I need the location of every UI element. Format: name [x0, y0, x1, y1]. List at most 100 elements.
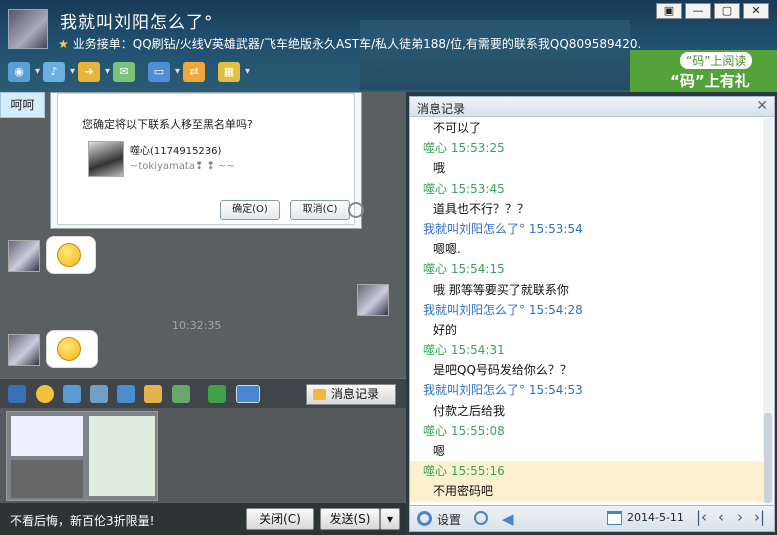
ad-line-2: “码”上有礼 — [670, 72, 750, 90]
dialog-contact-signature: ~tokiyamata❢ ❢ ~~ — [130, 161, 235, 172]
message-history-panel: 消息记录 ✕ 不可以了噬心 15:53:25 哦噬心 15:53:45 道具也不行？… — [409, 96, 775, 506]
history-header: 消息记录 ✕ — [410, 97, 774, 117]
screenshot-icon[interactable] — [236, 385, 260, 403]
voice-call-icon[interactable]: ♪ — [43, 62, 75, 82]
history-message-text: 嗯 — [433, 444, 446, 458]
next-page-icon[interactable]: › — [737, 508, 743, 526]
star-icon: ★ — [58, 37, 69, 51]
calendar-icon[interactable] — [607, 511, 622, 525]
history-message-header: 噬心 15:55:08 — [423, 423, 505, 438]
blacklist-confirm-dialog: 您确定将以下联系人移至黑名单吗? 噬心(1174915236) ~tokiyam… — [50, 92, 364, 229]
history-message-header: 我就叫刘阳怎么了° 15:54:28 — [423, 302, 583, 317]
message-history-button[interactable]: 消息记录 — [306, 384, 396, 405]
promo-link[interactable]: 不看后悔，新百伦3折限量! — [10, 512, 154, 529]
sender-avatar[interactable] — [8, 240, 40, 272]
history-message-header: 噬心 15:53:45 — [423, 181, 505, 196]
remote-desktop-icon[interactable]: ▭ — [148, 62, 180, 82]
history-message-text: 不可以了 — [433, 121, 482, 135]
history-message-header: 我就叫刘阳怎么了° 15:54:53 — [423, 383, 583, 398]
history-message-text: 哦 — [433, 161, 446, 176]
last-page-icon[interactable]: ›| — [754, 508, 765, 526]
chat-message-area[interactable]: 您确定将以下联系人移至黑名单吗? 噬心(1174915236) ~tokiyam… — [0, 92, 406, 378]
contact-avatar[interactable] — [8, 9, 48, 49]
smile-emoji-icon — [57, 243, 81, 267]
music-icon[interactable] — [90, 385, 108, 403]
message-bubble — [46, 236, 96, 274]
first-page-icon[interactable]: |‹ — [696, 508, 707, 526]
shake-icon[interactable] — [63, 385, 81, 403]
image-icon[interactable] — [172, 385, 190, 403]
header-background-art — [360, 20, 630, 90]
dialog-content: 您确定将以下联系人移至黑名单吗? 噬心(1174915236) ~tokiyam… — [57, 93, 364, 225]
apps-icon[interactable]: ▦ — [218, 62, 250, 82]
ad-banner[interactable]: “码”上阅读 “码”上有礼 — [630, 50, 777, 92]
screenshot-thumbnail[interactable] — [6, 411, 158, 501]
prev-page-icon[interactable]: ‹ — [718, 508, 724, 526]
history-footer: 设置 ◀ 2014-5-11 |‹ ‹ › ›| — [409, 506, 775, 532]
skin-button[interactable]: ▣ — [656, 3, 682, 19]
contact-status-text: ★ 业务接单：QQ刷钻/火线V英雄武器/飞车绝版永久AST车/私人徒弟188/位,… — [58, 35, 641, 52]
contact-toolbar: ◉ ♪ ➜ ✉ ▭ ⇄ ▦ — [8, 62, 250, 82]
status-text: 业务接单：QQ刷钻/火线V英雄武器/飞车绝版永久AST车/私人徒弟188/位,有… — [72, 37, 642, 51]
history-message-header: 噬心 15:53:25 — [423, 141, 505, 156]
history-message-header: 噬心 15:55:16 — [410, 461, 764, 482]
gift-icon[interactable] — [208, 385, 226, 403]
input-toolbar: 消息记录 — [0, 378, 406, 408]
dialog-question: 您确定将以下联系人移至黑名单吗? — [82, 118, 253, 131]
draw-icon[interactable] — [144, 385, 162, 403]
emoji-icon[interactable] — [36, 385, 54, 403]
ad-line-1: “码”上阅读 — [680, 52, 753, 69]
share-screen-icon[interactable]: ⇄ — [183, 62, 205, 82]
message-bubble — [46, 330, 98, 368]
my-message-bubble: 呵呵 — [0, 92, 45, 118]
sms-icon[interactable]: ✉ — [113, 62, 135, 82]
thumbnail-part — [89, 416, 155, 496]
history-message-text: 不用密码吧 — [410, 481, 764, 502]
close-window-button[interactable]: ✕ — [743, 3, 769, 19]
close-button[interactable]: 关闭(C) — [246, 508, 314, 530]
gear-icon[interactable] — [417, 511, 432, 526]
smile-emoji-icon — [57, 337, 81, 361]
contact-name-title: 我就叫刘阳怎么了° — [60, 13, 214, 33]
history-message-text: 道具也不行？？？ — [433, 201, 530, 216]
settings-label[interactable]: 设置 — [437, 511, 461, 528]
maximize-button[interactable]: ▢ — [714, 3, 740, 19]
message-input[interactable] — [0, 408, 406, 503]
title-bar: 我就叫刘阳怎么了° ★ 业务接单：QQ刷钻/火线V英雄武器/飞车绝版永久AST车/… — [0, 0, 777, 92]
history-date[interactable]: 2014-5-11 — [627, 511, 684, 524]
thumbnail-part — [11, 416, 83, 456]
send-options-dropdown[interactable]: ▾ — [380, 508, 400, 530]
history-message-text: 是吧QQ号码发给你么？？ — [433, 363, 572, 378]
close-icon[interactable]: ✕ — [756, 98, 768, 114]
zoom-icon[interactable] — [348, 202, 364, 218]
history-title: 消息记录 — [417, 102, 466, 116]
video-call-icon[interactable]: ◉ — [8, 62, 40, 82]
history-message-header: 噬心 15:54:15 — [423, 262, 505, 277]
sender-avatar[interactable] — [8, 334, 40, 366]
history-message-text: 好的 — [433, 322, 458, 337]
font-icon[interactable] — [8, 385, 26, 403]
voice-message-icon[interactable] — [117, 385, 135, 403]
bottom-bar: 不看后悔，新百伦3折限量! 关闭(C) 发送(S) ▾ — [0, 503, 406, 535]
history-message-text: 哦 那等等要买了就联系你 — [433, 282, 569, 297]
history-list[interactable]: 不可以了噬心 15:53:25 哦噬心 15:53:45 道具也不行？？？ 我就叫刘阳… — [410, 118, 764, 505]
history-scrollbar[interactable] — [763, 118, 773, 505]
speaker-icon[interactable]: ◀ — [502, 510, 514, 528]
dialog-contact-avatar — [88, 141, 124, 177]
history-message-header: 我就叫刘阳怎么了° 15:53:54 — [423, 221, 583, 236]
minimize-button[interactable]: — — [685, 3, 711, 19]
scrollbar-thumb[interactable] — [764, 413, 772, 503]
send-button[interactable]: 发送(S) — [320, 508, 380, 530]
history-message-header: 噬心 15:54:31 — [423, 343, 505, 358]
history-message-text: 付款之后给我 — [433, 403, 506, 418]
thumbnail-part — [11, 460, 83, 498]
history-message-text: 嗯嗯. — [433, 242, 461, 257]
cancel-button[interactable]: 取消(C) — [290, 200, 350, 220]
file-transfer-icon[interactable]: ➜ — [78, 62, 110, 82]
search-icon[interactable] — [474, 511, 488, 525]
my-avatar[interactable] — [357, 284, 389, 316]
ok-button[interactable]: 确定(O) — [220, 200, 280, 220]
dialog-contact-name: 噬心(1174915236) — [130, 146, 222, 157]
window-controls: ▣ — ▢ ✕ — [656, 3, 769, 19]
message-timestamp: 10:32:35 — [172, 319, 222, 332]
